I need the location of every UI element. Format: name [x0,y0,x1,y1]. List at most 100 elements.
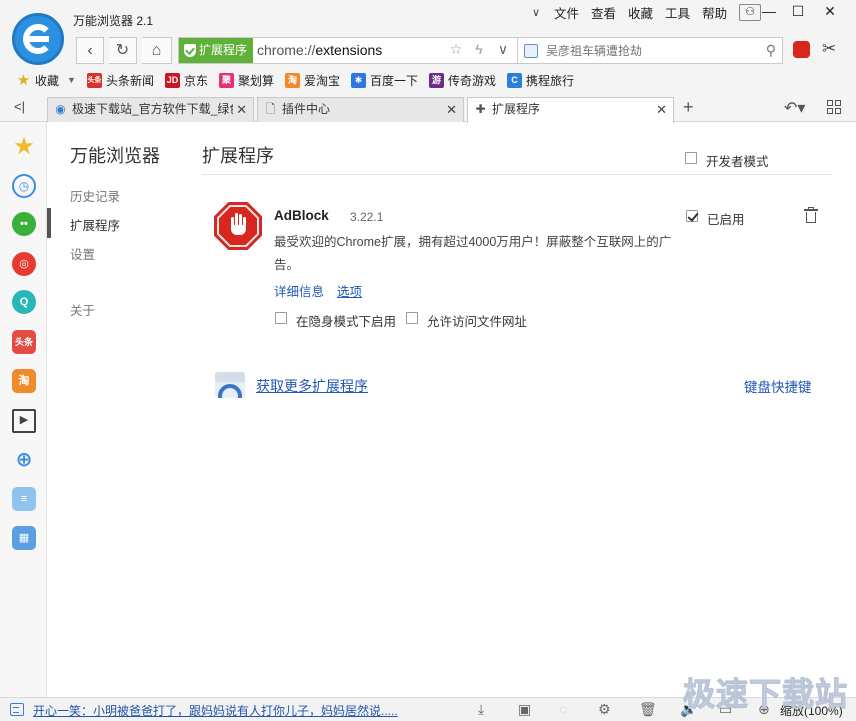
close-window-button[interactable]: ✕ [817,2,843,20]
developer-mode-label: 开发者模式 [706,155,769,169]
bookmark-label: 传奇游戏 [448,73,497,88]
settings-nav: 万能浏览器 历史记录 扩展程序 设置 关于 [47,122,197,697]
back-button[interactable]: ‹ [76,37,104,64]
toutiao-icon: 头条 [86,72,102,88]
menu-help[interactable]: 帮助 [696,3,733,22]
video-film-icon[interactable]: ▶ [12,409,36,433]
star-icon: ★ [16,71,31,89]
bookmark-baidu[interactable]: ✱ 百度一下 [351,72,418,89]
bookmark-aitaobao[interactable]: 淘爱淘宝 [284,72,340,89]
menu-favorites[interactable]: 收藏 [622,3,659,22]
adblock-toolbar-icon[interactable] [793,41,810,58]
juhuasuan-icon: 聚 [218,72,234,88]
url-dropdown-icon[interactable]: ∨ [493,41,513,58]
new-tab-icon[interactable]: + [683,97,694,118]
bookmark-ctrip[interactable]: C 携程旅行 [507,72,574,89]
nav-selection-indicator [47,208,51,238]
extension-version: 3.22.1 [350,210,384,224]
options-link[interactable]: 选项 [337,281,362,300]
lightning-icon[interactable]: ϟ [469,41,489,57]
enabled-checkbox[interactable] [686,210,698,222]
bookmark-toutiao[interactable]: 头条 头条新闻 [86,72,154,89]
extensions-panel: 扩展程序 开发者模式 AdBlock 3.22.1 最受欢迎的Chrome扩展，… [202,122,832,697]
minimize-button[interactable]: — [756,2,782,20]
bookmark-juhuasuan[interactable]: 聚聚划算 [218,72,274,89]
tab-grid-icon[interactable] [827,100,842,115]
wechat-icon[interactable]: •• [12,212,36,236]
ie-mode-icon[interactable]: ◌ [559,701,567,717]
trash-icon[interactable] [804,207,818,224]
tab-extensions[interactable]: ✚ 扩展程序 ✕ [467,97,674,123]
tab-jisu[interactable]: ◉ 极速下载站_官方软件下载_绿色 ✕ [47,97,254,122]
details-link[interactable]: 详细信息 [274,281,324,300]
bookmark-favorites[interactable]: ★ 收藏 ▼ [16,72,76,89]
bookmark-label: 百度一下 [370,73,419,88]
sidebar: ★ ◷ •• ◎ Q 头条 淘 ▶ ⊕ ≡ ▦ [0,122,47,697]
nav-item-history[interactable]: 历史记录 [70,186,120,205]
divider [202,174,832,175]
developer-mode-checkbox[interactable] [685,152,697,164]
bookmark-label: 收藏 [35,73,60,88]
nav-item-extensions[interactable]: 扩展程序 [70,215,120,234]
bookmark-jd[interactable]: JD 京东 [164,72,208,89]
bookmarks-bar: ★ 收藏 ▼ 头条 头条新闻 JD 京东 聚聚划算 淘爱淘宝 ✱ 百度一下 游传奇游戏 C… [16,70,585,90]
enabled-label: 已启用 [707,213,745,227]
shield-check-icon [184,44,196,57]
notes-icon[interactable]: ≡ [12,487,36,511]
page-icon: 🗋 [265,102,276,116]
close-tab-icon[interactable]: ✕ [233,98,247,121]
get-more-extensions-link[interactable]: 获取更多扩展程序 [256,376,368,396]
nav-item-about[interactable]: 关于 [70,300,95,319]
bookmark-chuanqi[interactable]: 游传奇游戏 [429,72,496,89]
screenshot-scissors-icon[interactable]: ✂ [822,39,836,59]
search-input[interactable] [546,42,746,60]
close-tab-icon[interactable]: ✕ [446,98,457,121]
settings-gear-icon[interactable]: ⚙ [598,701,611,718]
home-button[interactable]: ⌂ [142,37,172,64]
search-engine-icon[interactable] [524,44,538,58]
nav-item-settings[interactable]: 设置 [70,244,95,263]
undo-close-tab-icon[interactable]: ↶▾ [784,98,805,118]
image-icon[interactable]: ▣ [518,701,531,718]
chuanqi-icon: 游 [429,72,445,88]
tab-label: 极速下载站_官方软件下载_绿色 [72,102,242,116]
menu-tools[interactable]: 工具 [659,3,696,22]
menu-view[interactable]: 查看 [585,3,622,22]
favorites-star-icon[interactable]: ★ [12,135,36,160]
url-text[interactable]: chrome://extensions [257,38,382,63]
toutiao-news-icon[interactable]: 头条 [12,330,36,354]
app-title: 万能浏览器 2.1 [73,14,154,28]
incognito-checkbox[interactable] [275,312,287,324]
close-tab-icon[interactable]: ✕ [656,98,667,121]
search-q-icon[interactable]: Q [12,290,36,314]
url-bar[interactable]: 扩展程序 chrome://extensions ☆ ϟ ∨ [178,37,518,64]
keyboard-shortcuts-link[interactable]: 键盘快捷键 [744,376,812,396]
puzzle-icon: ✚ [475,102,486,116]
menu-bar: ∨ 文件 查看 收藏 工具 帮助 ⚇ [524,3,762,22]
history-clock-icon[interactable]: ◷ [12,174,36,198]
reload-button[interactable]: ↻ [109,37,137,64]
menu-file[interactable]: 文件 [548,3,585,22]
file-access-checkbox[interactable] [406,312,418,324]
file-access-label: 允许访问文件网址 [427,315,528,329]
bookmark-star-icon[interactable]: ☆ [446,41,466,58]
maximize-button[interactable]: ☐ [785,2,811,20]
game-controller-icon[interactable]: ⊕ [12,448,36,472]
weibo-icon[interactable]: ◎ [12,252,36,276]
nav-title: 万能浏览器 [70,146,160,166]
clear-trash-icon[interactable]: 🗑 [639,701,657,718]
secure-badge[interactable]: 扩展程序 [179,38,253,63]
download-icon[interactable]: ⤓ [478,701,484,718]
chevron-down-icon[interactable]: ▼ [67,75,76,85]
tab-plugin-center[interactable]: 🗋 插件中心 ✕ [257,97,464,122]
tab-label: 扩展程序 [492,102,541,116]
menu-arrow-down-icon[interactable]: ∨ [524,6,548,19]
taobao-icon[interactable]: 淘 [12,369,36,393]
tab-label: 插件中心 [282,102,331,116]
page-title: 扩展程序 [202,146,274,166]
search-icon[interactable]: ⚲ [766,42,776,59]
status-news-link[interactable]: 开心一笑：小明被爸爸打了，跟妈妈说有人打你儿子，妈妈居然说..... [33,702,398,719]
url-path: extensions [315,42,383,58]
sidebar-toggle-icon[interactable]: <| [14,99,25,114]
calculator-icon[interactable]: ▦ [12,526,36,550]
